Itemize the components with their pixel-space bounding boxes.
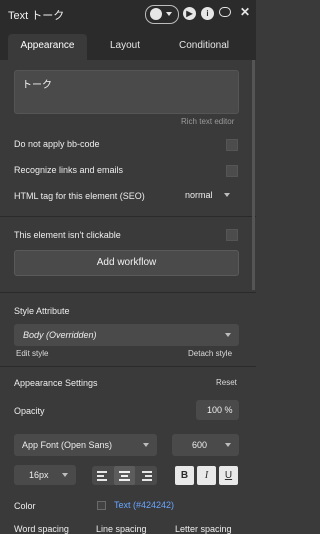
scrollbar[interactable] xyxy=(252,60,255,290)
align-left-icon-line xyxy=(97,475,104,477)
font-select[interactable]: App Font (Open Sans) xyxy=(14,434,157,456)
chevron-down-icon xyxy=(143,443,149,447)
divider xyxy=(0,216,256,217)
bbcode-checkbox[interactable] xyxy=(226,139,238,151)
bbcode-label: Do not apply bb-code xyxy=(14,139,100,149)
opacity-input[interactable]: 100 % xyxy=(196,400,239,420)
color-value[interactable]: Text (#424242) xyxy=(114,500,174,510)
align-right-button[interactable] xyxy=(136,466,157,485)
align-left-icon-line xyxy=(97,479,107,481)
font-size-value: 16px xyxy=(29,470,49,480)
reset-button[interactable]: Reset xyxy=(216,378,237,387)
align-left-icon xyxy=(97,471,107,473)
letter-spacing-label: Letter spacing xyxy=(175,524,232,534)
font-size-select[interactable]: 16px xyxy=(14,465,76,485)
align-center-button[interactable] xyxy=(114,466,135,485)
opacity-value: 100 % xyxy=(207,405,233,415)
align-right-icon xyxy=(142,471,152,473)
color-label: Color xyxy=(14,501,36,511)
divider xyxy=(0,366,256,367)
add-workflow-button[interactable]: Add workflow xyxy=(14,250,239,276)
chevron-down-icon xyxy=(225,443,231,447)
font-value: App Font (Open Sans) xyxy=(22,440,113,450)
align-center-icon xyxy=(119,471,130,473)
chevron-down-icon xyxy=(62,473,68,477)
comment-icon[interactable] xyxy=(219,7,231,17)
align-right-icon-line xyxy=(145,475,152,477)
align-center-icon-line xyxy=(121,475,128,477)
close-icon[interactable]: ✕ xyxy=(240,5,250,19)
panel-title: Text トーク xyxy=(8,10,65,22)
font-weight-select[interactable]: 600 xyxy=(172,434,239,456)
style-select[interactable]: Body (Overridden) xyxy=(14,324,239,346)
edit-style-link[interactable]: Edit style xyxy=(16,349,48,358)
underline-button[interactable]: U xyxy=(219,466,238,485)
style-value: Body (Overridden) xyxy=(23,330,97,340)
play-icon[interactable]: ▶ xyxy=(183,7,196,20)
detach-style-link[interactable]: Detach style xyxy=(188,349,232,358)
html-tag-select[interactable]: normal xyxy=(178,185,238,205)
bold-button[interactable]: B xyxy=(175,466,194,485)
editor-content: トーク xyxy=(22,80,52,91)
style-attribute-label: Style Attribute xyxy=(14,306,70,316)
chevron-down-icon xyxy=(224,193,230,197)
italic-button[interactable]: I xyxy=(197,466,216,485)
align-center-icon-line xyxy=(119,479,130,481)
links-label: Recognize links and emails xyxy=(14,165,124,175)
line-spacing-label: Line spacing xyxy=(96,524,147,534)
color-swatch[interactable] xyxy=(97,501,106,510)
info-icon[interactable]: i xyxy=(201,7,214,20)
links-checkbox[interactable] xyxy=(226,165,238,177)
opacity-label: Opacity xyxy=(14,406,45,416)
word-spacing-label: Word spacing xyxy=(14,524,69,534)
element-type-icon xyxy=(150,8,162,20)
tab-appearance[interactable]: Appearance xyxy=(8,34,87,60)
appearance-settings-title: Appearance Settings xyxy=(14,378,98,388)
chevron-down-icon xyxy=(166,12,172,16)
font-weight-value: 600 xyxy=(192,440,208,450)
html-tag-value: normal xyxy=(185,190,213,200)
chevron-down-icon xyxy=(225,333,231,337)
tab-layout[interactable]: Layout xyxy=(90,34,160,60)
html-tag-label: HTML tag for this element (SEO) xyxy=(14,191,145,201)
not-clickable-label: This element isn't clickable xyxy=(14,230,121,240)
element-menu-toggle[interactable] xyxy=(145,5,179,24)
align-left-button[interactable] xyxy=(92,466,113,485)
align-right-icon-line xyxy=(142,479,152,481)
tab-conditional[interactable]: Conditional xyxy=(166,34,242,60)
not-clickable-checkbox[interactable] xyxy=(226,229,238,241)
editor-hint: Rich text editor xyxy=(181,117,235,126)
divider xyxy=(0,292,256,293)
